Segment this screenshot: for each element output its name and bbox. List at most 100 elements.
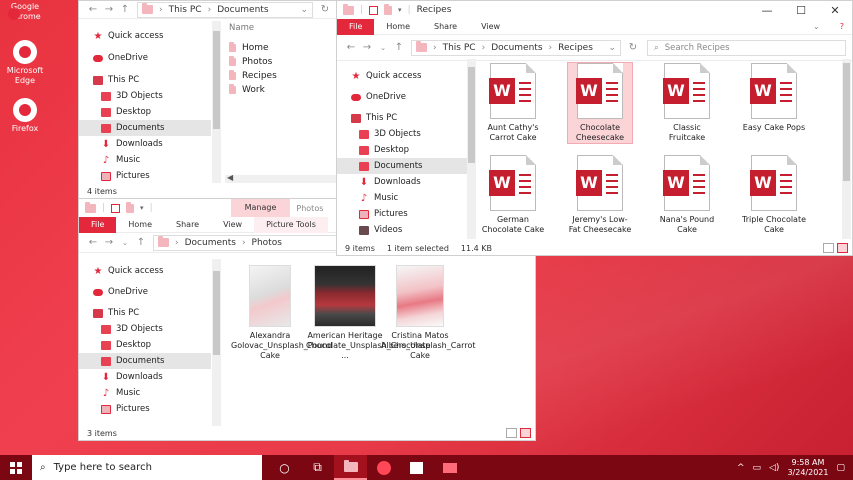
nav-item-videos[interactable]: Videos	[337, 222, 467, 238]
up-icon[interactable]: ↑	[133, 237, 149, 248]
back-icon[interactable]: ←	[343, 42, 359, 53]
clock[interactable]: 9:58 AM 3/24/2021	[787, 458, 828, 478]
breadcrumb-item[interactable]: Documents	[491, 43, 542, 53]
close-icon[interactable]: ✕	[818, 4, 852, 17]
forward-icon[interactable]: →	[101, 237, 117, 248]
nav-item-desktop[interactable]: Desktop	[79, 337, 211, 353]
content-scrollbar[interactable]	[842, 59, 851, 239]
nav-item-desktop[interactable]: Desktop	[79, 104, 211, 120]
back-icon[interactable]: ←	[85, 4, 101, 15]
desktop-icon-edge[interactable]: Microsoft Edge	[2, 40, 48, 86]
large-icons-view-icon[interactable]	[520, 428, 531, 438]
large-icons-view-icon[interactable]	[837, 243, 848, 253]
file-item[interactable]: W German Chocolate Cake	[481, 155, 545, 235]
list-item[interactable]: Home	[229, 41, 277, 55]
nav-item-onedrive[interactable]: OneDrive	[337, 89, 467, 105]
minimize-icon[interactable]: —	[750, 4, 784, 17]
show-hidden-icons[interactable]: ^	[737, 463, 745, 473]
nav-item-desktop[interactable]: Desktop	[337, 142, 467, 158]
breadcrumb-item[interactable]: Documents	[185, 238, 236, 248]
nav-item-downloads[interactable]: ⬇ Downloads	[337, 174, 467, 190]
search-input[interactable]: ⌕ Search Recipes	[647, 39, 846, 56]
nav-item-this-pc[interactable]: This PC	[337, 110, 467, 126]
recipes-window[interactable]: | ▾ | Recipes — ☐ ✕ File Home Share View…	[336, 0, 853, 256]
details-view-icon[interactable]	[506, 428, 517, 438]
tab-view[interactable]: View	[211, 220, 254, 229]
file-item[interactable]: W Aunt Cathy's Carrot Cake	[481, 63, 545, 143]
breadcrumb[interactable]: › This PC › Documents ⌄	[137, 1, 313, 18]
documents-window[interactable]: ← → ↑ › This PC › Documents ⌄ ↻ ★ Quick a…	[78, 0, 340, 200]
recent-locations-icon[interactable]: ⌄	[375, 44, 391, 52]
breadcrumb-item[interactable]: This PC	[443, 43, 476, 53]
forward-icon[interactable]: →	[101, 4, 117, 15]
breadcrumb-item[interactable]: Recipes	[558, 43, 593, 53]
tab-share[interactable]: Share	[164, 220, 211, 229]
tab-share[interactable]: Share	[422, 22, 469, 31]
list-item[interactable]: Work	[229, 83, 277, 97]
nav-item-documents[interactable]: Documents	[337, 158, 467, 174]
nav-item-documents[interactable]: Documents	[79, 120, 211, 136]
tab-file[interactable]: File	[337, 18, 375, 35]
nav-item-quick-access[interactable]: ★ Quick access	[79, 263, 211, 279]
nav-item-quick-access[interactable]: ★ Quick access	[337, 68, 467, 84]
nav-item-music[interactable]: ♪ Music	[337, 190, 467, 206]
nav-scrollbar[interactable]	[467, 59, 476, 239]
tab-home[interactable]: Home	[374, 22, 422, 31]
chevron-down-icon[interactable]: ⌄	[608, 43, 616, 53]
nav-item-quick-access[interactable]: ★ Quick access	[79, 28, 211, 44]
new-folder-icon[interactable]	[126, 201, 135, 213]
breadcrumb-item[interactable]: This PC	[169, 5, 202, 15]
taskbar-search-input[interactable]: ⌕ Type here to search	[32, 455, 262, 480]
file-item[interactable]: W Triple Chocolate Cake	[742, 155, 806, 235]
file-item[interactable]: W Easy Cake Pops	[742, 63, 806, 133]
file-item[interactable]: W Jeremy's Low-Fat Cheesecake	[568, 155, 632, 235]
file-thumbnail[interactable]: American Heritage Chocolate_Unsplash_Cho…	[306, 265, 431, 361]
maximize-icon[interactable]: ☐	[784, 4, 818, 17]
details-view-icon[interactable]	[823, 243, 834, 253]
file-item[interactable]: W Classic Fruitcake	[655, 63, 719, 143]
chevron-down-icon[interactable]: ▾	[398, 6, 402, 14]
tab-picture-tools[interactable]: Picture Tools	[254, 216, 328, 233]
nav-item-pictures[interactable]: Pictures	[79, 168, 211, 184]
tab-home[interactable]: Home	[116, 220, 164, 229]
file-item[interactable]: W Nana's Pound Cake	[655, 155, 719, 235]
nav-scrollbar[interactable]	[212, 21, 221, 185]
volume-icon[interactable]: ◁)	[769, 463, 779, 473]
file-thumbnail[interactable]: Alexandra Golovac_Unsplash_Pound Cake	[231, 265, 332, 361]
task-view-button[interactable]: ⧉	[301, 455, 334, 480]
edge-taskbar-button[interactable]	[367, 455, 400, 480]
forward-icon[interactable]: →	[359, 42, 375, 53]
mail-taskbar-button[interactable]	[433, 455, 466, 480]
nav-item-onedrive[interactable]: OneDrive	[79, 50, 211, 66]
nav-item-downloads[interactable]: ⬇ Downloads	[79, 369, 211, 385]
expand-ribbon-icon[interactable]: ⌄	[801, 22, 832, 31]
breadcrumb-item[interactable]: Photos	[252, 238, 282, 248]
chevron-down-icon[interactable]: ▾	[140, 204, 144, 212]
up-icon[interactable]: ↑	[391, 42, 407, 53]
nav-item-music[interactable]: ♪ Music	[79, 385, 211, 401]
list-item[interactable]: Photos	[229, 55, 277, 69]
tab-view[interactable]: View	[469, 22, 512, 31]
nav-item-downloads[interactable]: ⬇ Downloads	[79, 136, 211, 152]
nav-item-pictures[interactable]: Pictures	[337, 206, 467, 222]
tab-file[interactable]: File	[79, 216, 117, 233]
name-column-header[interactable]: Name	[229, 23, 254, 33]
desktop-icon-firefox[interactable]: Firefox	[2, 98, 48, 134]
up-icon[interactable]: ↑	[117, 4, 133, 15]
list-item[interactable]: Recipes	[229, 69, 277, 83]
nav-item-music[interactable]: ♪ Music	[79, 152, 211, 168]
checkbox-icon[interactable]	[111, 203, 121, 213]
checkbox-icon[interactable]	[369, 5, 379, 15]
nav-item-this-pc[interactable]: This PC	[79, 305, 211, 321]
refresh-icon[interactable]: ↻	[625, 42, 641, 53]
desktop-icon-chrome[interactable]: Google Chrome	[2, 2, 48, 22]
nav-item-3d-objects[interactable]: 3D Objects	[337, 126, 467, 142]
manage-tab[interactable]: Manage	[230, 199, 291, 217]
breadcrumb[interactable]: › This PC › Documents › Recipes ⌄	[411, 39, 621, 56]
scroll-left-icon[interactable]: ◀	[227, 173, 233, 182]
store-taskbar-button[interactable]	[400, 455, 433, 480]
breadcrumb-item[interactable]: Documents	[217, 5, 268, 15]
nav-item-pictures[interactable]: Pictures	[79, 401, 211, 417]
new-folder-icon[interactable]	[384, 3, 393, 15]
nav-item-3d-objects[interactable]: 3D Objects	[79, 88, 211, 104]
